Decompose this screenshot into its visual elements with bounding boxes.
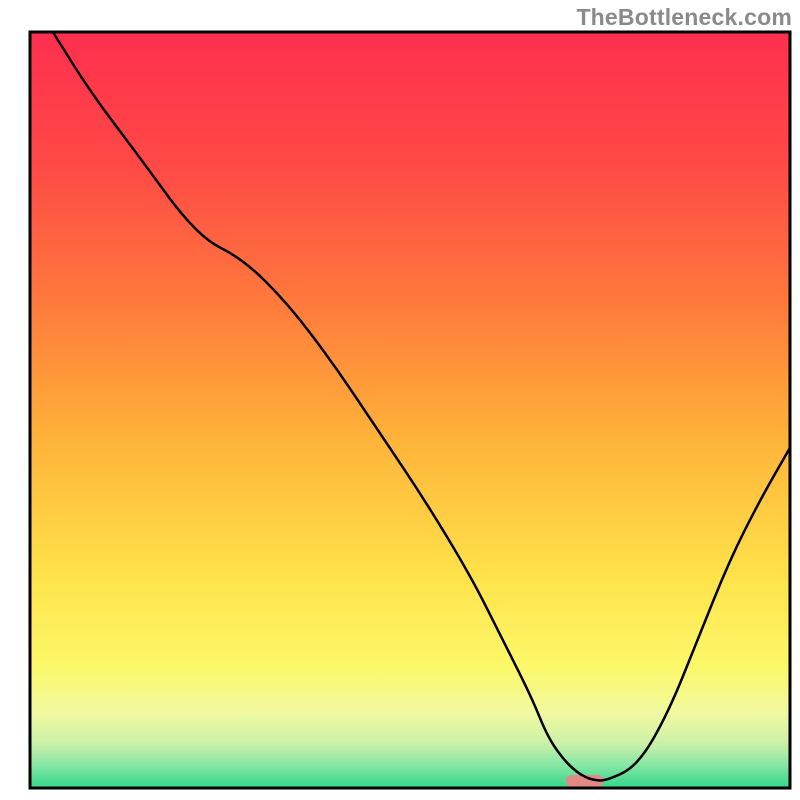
- gradient-background: [30, 32, 790, 788]
- watermark-text: TheBottleneck.com: [576, 4, 792, 31]
- chart-svg: [0, 0, 800, 800]
- bottleneck-chart: TheBottleneck.com: [0, 0, 800, 800]
